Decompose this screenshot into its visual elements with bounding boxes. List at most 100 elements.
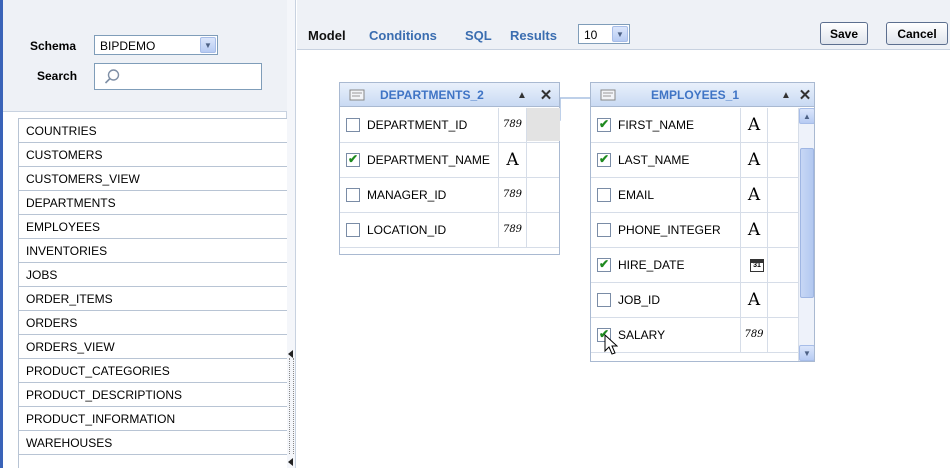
- collapse-up-icon[interactable]: ▲: [779, 88, 793, 102]
- schema-value: BIPDEMO: [100, 39, 156, 53]
- column-row[interactable]: ✔ LAST_NAME A: [591, 143, 798, 178]
- collapse-up-icon[interactable]: ▲: [515, 88, 529, 102]
- departments-table-title: DEPARTMENTS_2: [380, 88, 484, 102]
- chevron-down-icon[interactable]: ▼: [612, 26, 628, 42]
- text-type-icon: A: [747, 290, 761, 310]
- table-options-icon[interactable]: [599, 87, 617, 103]
- table-list-item[interactable]: ORDERS_VIEW: [19, 335, 288, 359]
- column-row[interactable]: PHONE_INTEGER A: [591, 213, 798, 248]
- table-list-item[interactable]: PRODUCT_INFORMATION: [19, 407, 288, 431]
- table-list-item[interactable]: WAREHOUSES: [19, 431, 288, 455]
- scroll-thumb[interactable]: [800, 148, 814, 298]
- schema-select[interactable]: BIPDEMO ▼: [94, 35, 218, 55]
- checkmark-icon: ✔: [599, 257, 610, 271]
- checkmark-icon: ✔: [348, 152, 359, 166]
- panel-splitter[interactable]: [287, 0, 296, 468]
- employees-table-header[interactable]: EMPLOYEES_1 ▲ ✕: [591, 83, 814, 107]
- employees-scrollbar[interactable]: ▲ ▼: [798, 108, 814, 361]
- number-type-icon: 789: [744, 329, 764, 340]
- column-checkbox[interactable]: ✔: [597, 257, 611, 272]
- column-name: JOB_ID: [618, 293, 661, 307]
- column-checkbox[interactable]: ✔: [597, 152, 611, 167]
- schema-label: Schema: [30, 39, 77, 53]
- column-checkbox[interactable]: ✔: [346, 152, 360, 167]
- column-row[interactable]: JOB_ID A: [591, 283, 798, 318]
- text-type-icon: A: [747, 150, 761, 170]
- column-type-cell: A: [740, 108, 768, 143]
- column-type-cell: 31: [740, 248, 768, 283]
- departments-table[interactable]: DEPARTMENTS_2 ▲ ✕ DEPARTMENT_ID 789 ✔ DEPAR…: [339, 82, 560, 255]
- table-list-item[interactable]: JOBS: [19, 263, 288, 287]
- search-input[interactable]: [94, 63, 262, 90]
- column-name: HIRE_DATE: [618, 258, 685, 272]
- checkmark-icon: ✔: [599, 117, 610, 131]
- table-list-item[interactable]: COUNTRIES: [19, 119, 288, 143]
- close-icon[interactable]: ✕: [798, 87, 812, 104]
- collapse-left-icon[interactable]: [288, 350, 293, 358]
- text-type-icon: A: [747, 220, 761, 240]
- left-panel: Schema BIPDEMO ▼ Search COUNTRIES CUSTOME…: [3, 0, 288, 468]
- departments-table-header[interactable]: DEPARTMENTS_2 ▲ ✕: [340, 83, 559, 107]
- employees-table[interactable]: EMPLOYEES_1 ▲ ✕ ✔ FIRST_NAME A ✔ LAST_NAME A E…: [590, 82, 815, 362]
- tab-model[interactable]: Model: [308, 28, 346, 43]
- schema-search-area: Schema BIPDEMO ▼ Search: [3, 0, 287, 112]
- table-list-item[interactable]: ORDERS: [19, 311, 288, 335]
- column-checkbox[interactable]: [346, 188, 360, 202]
- departments-scroll-area: [527, 108, 560, 141]
- column-name: MANAGER_ID: [367, 188, 447, 202]
- chevron-down-icon[interactable]: ▼: [200, 37, 216, 53]
- column-type-cell: A: [740, 283, 768, 318]
- column-checkbox[interactable]: ✔: [597, 117, 611, 132]
- tab-results[interactable]: Results: [510, 28, 557, 43]
- text-type-icon: A: [747, 115, 761, 135]
- cancel-button[interactable]: Cancel: [886, 22, 948, 45]
- save-button[interactable]: Save: [820, 22, 868, 45]
- splitter-grip[interactable]: [289, 358, 294, 454]
- results-count-value: 10: [584, 28, 598, 42]
- number-type-icon: 789: [502, 224, 523, 235]
- checkmark-icon: ✔: [599, 152, 610, 166]
- column-checkbox[interactable]: [597, 188, 611, 202]
- column-row[interactable]: LOCATION_ID 789: [340, 213, 559, 248]
- table-list-item[interactable]: INVENTORIES: [19, 239, 288, 263]
- toolbar: Model Conditions SQL Results 10 ▼ Save C…: [297, 0, 950, 50]
- table-list-item[interactable]: CUSTOMERS_VIEW: [19, 167, 288, 191]
- table-list-item[interactable]: CUSTOMERS: [19, 143, 288, 167]
- close-icon[interactable]: ✕: [539, 87, 553, 104]
- column-name: SALARY: [618, 328, 666, 342]
- scroll-down-icon[interactable]: ▼: [799, 345, 814, 361]
- collapse-left-icon-bottom[interactable]: [288, 458, 293, 466]
- column-row[interactable]: MANAGER_ID 789: [340, 178, 559, 213]
- employees-table-title: EMPLOYEES_1: [651, 88, 740, 102]
- table-list-item[interactable]: PRODUCT_CATEGORIES: [19, 359, 288, 383]
- number-type-icon: 789: [502, 119, 523, 130]
- results-count-select[interactable]: 10 ▼: [578, 24, 630, 44]
- tab-sql[interactable]: SQL: [465, 28, 492, 43]
- column-checkbox[interactable]: [597, 293, 611, 307]
- column-type-cell: 789: [498, 178, 527, 213]
- column-checkbox[interactable]: [346, 118, 360, 132]
- column-type-cell: A: [740, 143, 768, 178]
- column-checkbox[interactable]: [346, 223, 360, 237]
- column-row[interactable]: ✔ SALARY 789: [591, 318, 798, 353]
- column-type-cell: A: [740, 178, 768, 213]
- tab-conditions[interactable]: Conditions: [369, 28, 437, 43]
- table-list-item[interactable]: EMPLOYEES: [19, 215, 288, 239]
- column-row[interactable]: ✔ HIRE_DATE 31: [591, 248, 798, 283]
- column-name: DEPARTMENT_ID: [367, 118, 468, 132]
- column-row[interactable]: EMAIL A: [591, 178, 798, 213]
- table-list-item[interactable]: PRODUCT_DESCRIPTIONS: [19, 383, 288, 407]
- scroll-up-icon[interactable]: ▲: [799, 108, 814, 124]
- column-checkbox[interactable]: [597, 223, 611, 237]
- column-row[interactable]: ✔ FIRST_NAME A: [591, 108, 798, 143]
- column-name: FIRST_NAME: [618, 118, 695, 132]
- column-type-cell: A: [498, 143, 527, 178]
- search-icon: [104, 69, 120, 84]
- column-name: EMAIL: [618, 188, 655, 202]
- column-row[interactable]: ✔ DEPARTMENT_NAME A: [340, 143, 559, 178]
- search-label: Search: [37, 69, 78, 83]
- table-options-icon[interactable]: [348, 87, 366, 103]
- table-list-item[interactable]: DEPARTMENTS: [19, 191, 288, 215]
- table-list-item[interactable]: ORDER_ITEMS: [19, 287, 288, 311]
- text-type-icon: A: [747, 185, 761, 205]
